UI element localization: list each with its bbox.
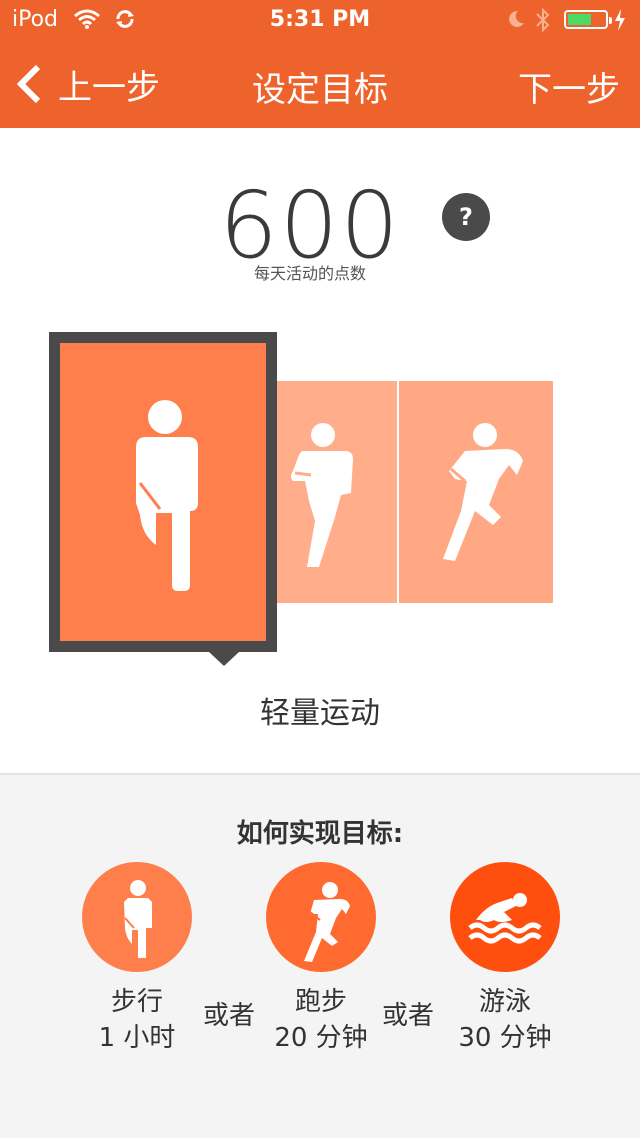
swimming-duration: 30 分钟 xyxy=(458,1023,552,1053)
header-bar: iPod 5:31 PM 上一步 设定目标 下一步 xyxy=(0,0,640,128)
walking-activity: 步行 xyxy=(110,987,163,1017)
running-icon-circle xyxy=(266,862,376,972)
option-walking: 步行 1 小时 xyxy=(57,862,217,1062)
charging-bolt-icon xyxy=(615,9,625,31)
selection-pointer xyxy=(209,652,239,666)
help-button[interactable]: ? xyxy=(442,193,490,241)
level-tile xyxy=(60,343,266,641)
how-to-achieve-section: 如何实现目标: 步行 1 小时 或者 跑步 20 分钟 或者 游泳 30 分钟 xyxy=(0,773,640,1138)
do-not-disturb-moon-icon xyxy=(509,10,524,27)
option-running: 跑步 20 分钟 xyxy=(241,862,401,1062)
running-person-icon xyxy=(443,423,523,561)
bluetooth-icon xyxy=(536,7,550,33)
running-duration: 20 分钟 xyxy=(274,1023,368,1053)
running-activity: 跑步 xyxy=(294,987,347,1017)
status-bar: iPod 5:31 PM xyxy=(0,0,640,40)
standing-person-icon xyxy=(136,400,198,591)
battery-indicator xyxy=(564,10,612,29)
swimming-label: 游泳 30 分钟 xyxy=(425,984,585,1056)
swimming-icon xyxy=(468,893,542,944)
option-swimming: 游泳 30 分钟 xyxy=(425,862,585,1062)
walking-icon xyxy=(124,880,152,958)
selected-level-label: 轻量运动 xyxy=(260,696,380,731)
battery-level xyxy=(568,14,591,25)
swimming-activity: 游泳 xyxy=(478,987,531,1017)
level-high-activity[interactable] xyxy=(399,381,553,603)
walking-label: 步行 1 小时 xyxy=(57,984,217,1056)
jogging-person-icon xyxy=(291,423,353,567)
goal-caption: 每天活动的点数 xyxy=(253,264,366,283)
battery-nub xyxy=(609,17,612,24)
swimming-icon-circle xyxy=(450,862,560,972)
daily-goal: 600 每天活动的点数 xyxy=(0,172,640,283)
how-to-title: 如何实现目标: xyxy=(236,819,404,849)
level-light-activity[interactable] xyxy=(49,332,277,666)
next-button[interactable]: 下一步 xyxy=(518,62,620,111)
walking-duration: 1 小时 xyxy=(98,1023,176,1053)
level-medium-activity[interactable] xyxy=(277,381,397,603)
running-icon xyxy=(304,882,350,962)
running-label: 跑步 20 分钟 xyxy=(241,984,401,1056)
walking-icon-circle xyxy=(82,862,192,972)
